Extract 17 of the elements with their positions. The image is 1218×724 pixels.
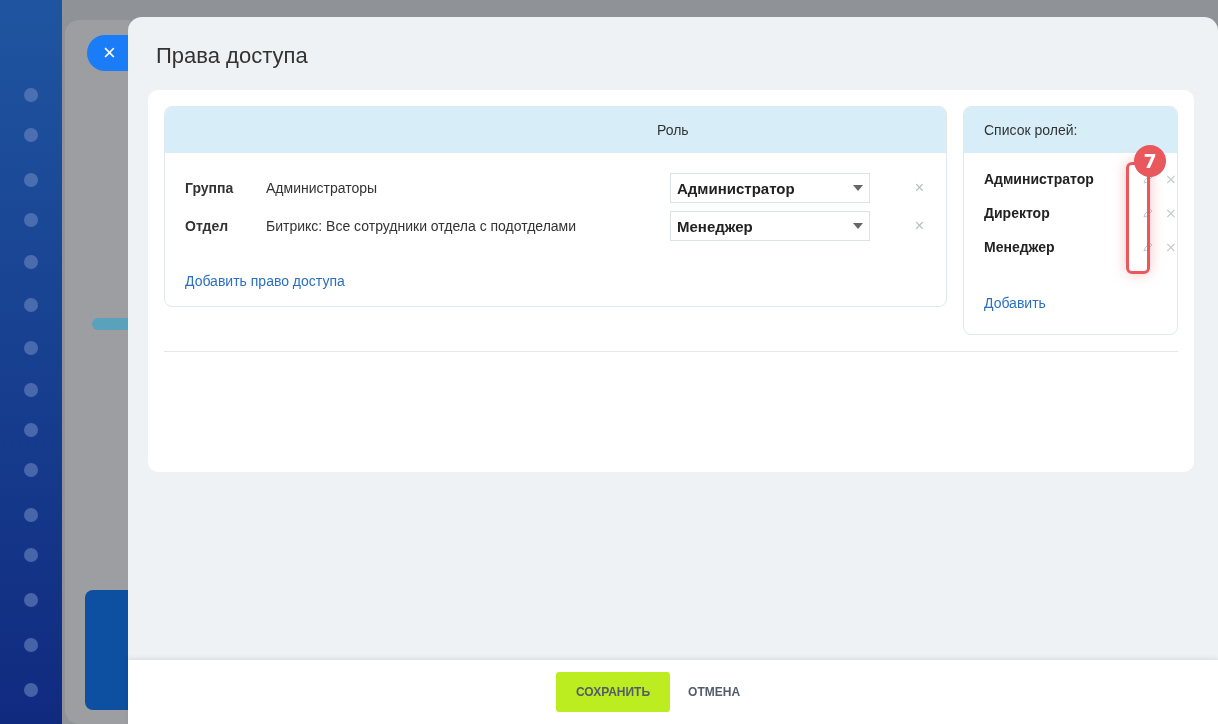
- role-select[interactable]: Администратор: [670, 173, 870, 203]
- role-select[interactable]: Менеджер: [670, 211, 870, 241]
- role-name[interactable]: Директор: [984, 205, 1143, 221]
- subject-name: Администраторы: [266, 180, 379, 196]
- subject-name: Битрикс: Все сотрудники отдела с подотделами: [266, 218, 578, 234]
- panel-title: Права доступа: [155, 42, 309, 70]
- column-header: Роль: [656, 122, 689, 138]
- roles-title: Список ролей:: [983, 122, 1078, 138]
- cancel-button[interactable]: ОТМЕНА: [676, 672, 753, 712]
- save-button[interactable]: СОХРАНИТЬ: [555, 672, 671, 712]
- role-name[interactable]: Менеджер: [984, 239, 1143, 255]
- add-role-link[interactable]: Добавить: [984, 295, 1046, 311]
- subject-type: Группа: [185, 180, 235, 196]
- step-badge: 7: [1134, 145, 1166, 177]
- subject-type: Отдел: [185, 218, 230, 234]
- close-button[interactable]: ×: [87, 35, 128, 71]
- add-access-link[interactable]: Добавить право доступа: [185, 273, 345, 289]
